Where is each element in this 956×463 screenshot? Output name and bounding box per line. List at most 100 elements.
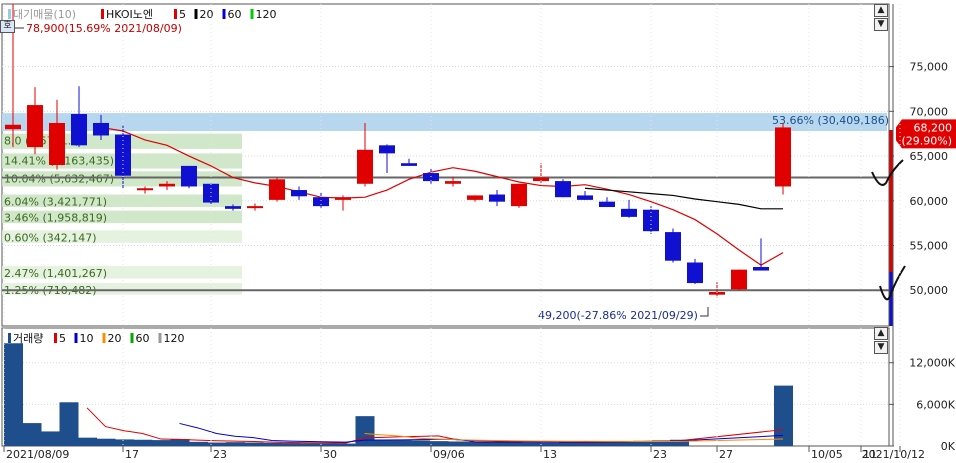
volume-bar (559, 442, 578, 446)
x-tick-label: 23 (213, 448, 227, 461)
volume-panel-frame (1, 327, 890, 447)
legend-swatch (101, 9, 104, 19)
volume-legend-label: 60 (136, 332, 150, 345)
volume-legend-label: 20 (108, 332, 122, 345)
stock-chart: 75,000 70,000 65,000 60,000 55,000 50,000 53.6… (1, 3, 956, 461)
candle-body (401, 163, 417, 166)
candle-body (247, 206, 263, 209)
x-tick-label: 10/05 (811, 448, 843, 461)
candle-body (511, 183, 527, 207)
volume-legend-label: 120 (164, 332, 185, 345)
volume-bar (4, 343, 23, 446)
max-annotation: 78,900(15.69% 2021/08/09) (26, 22, 182, 35)
candle-body (599, 201, 615, 208)
last-change-label: (29.90%) (901, 134, 952, 147)
last-price-label: 68,200 (914, 121, 953, 134)
x-tick-label: 30 (323, 448, 337, 461)
volume-bar (244, 442, 264, 446)
candle-body (93, 122, 109, 136)
price-tick-label: 75,000 (910, 61, 949, 74)
volume-bar (355, 416, 375, 446)
zoom-button[interactable]: 호 (0, 20, 15, 33)
candle-body (49, 122, 65, 165)
candle-body (27, 105, 43, 148)
volume-tick-label: 6,000K (916, 398, 955, 411)
candle-body (753, 266, 769, 271)
overhang-band-label: 3.46% (1,958,819) (4, 212, 107, 225)
legend-label: 대기매물(10) (13, 8, 76, 21)
volume-bar (115, 439, 134, 446)
legend-swatch (174, 9, 177, 19)
price-tick-label: 70,000 (910, 105, 949, 118)
volume-legend-label: 5 (59, 332, 66, 345)
candle-body (775, 127, 791, 187)
legend-swatch (250, 9, 254, 19)
volume-bar (448, 441, 467, 446)
volume-bar (78, 437, 97, 446)
x-tick-label: 13 (543, 448, 557, 461)
price-tick-label: 65,000 (910, 150, 949, 163)
volume-bar (41, 431, 60, 446)
price-tick-label: 55,000 (910, 240, 949, 253)
volume-bar (374, 439, 393, 446)
volume-bar (207, 442, 227, 446)
candle-body (225, 206, 241, 209)
scroll-down-button[interactable]: ▼ (874, 18, 888, 31)
volume-legend-swatch (158, 333, 162, 343)
x-tick-label: 17 (125, 448, 139, 461)
volume-legend-swatch (102, 333, 106, 343)
volume-legend-label: 거래량 (13, 332, 43, 345)
candle-body (203, 183, 219, 203)
candle-body (335, 197, 351, 200)
legend-label: 5 (179, 8, 186, 21)
volume-bar (133, 439, 153, 446)
x-tick-label: 27 (719, 448, 733, 461)
candle-body (159, 183, 175, 187)
volume-legend-swatch (8, 333, 11, 343)
volume-tick-label: 12,000K (909, 357, 955, 370)
candle-body (665, 232, 681, 261)
volume-legend-swatch (130, 333, 134, 343)
x-tick-label: 2021/10/12 (862, 448, 925, 461)
volume-bar (337, 443, 356, 446)
legend-swatch (222, 9, 226, 19)
candle-body (687, 262, 703, 284)
volume-bar (503, 442, 523, 446)
candle-body (445, 181, 461, 184)
candle-body (577, 195, 593, 200)
candle-body (379, 145, 395, 154)
volume-bar (411, 440, 430, 446)
volume-bar (392, 440, 412, 446)
candle-body (731, 269, 747, 290)
x-tick-label: 09/06 (433, 448, 465, 461)
volume-bar (189, 441, 208, 446)
volume-scroll-up-button[interactable]: ▲ (874, 327, 888, 340)
volume-bar (152, 440, 171, 446)
overhang-band-label: 10.04% (5,632,467) (4, 172, 114, 185)
volume-bar (263, 442, 282, 446)
volume-bar (522, 442, 541, 446)
volume-bar (300, 443, 319, 446)
legend-swatch (194, 9, 198, 19)
price-tick-label: 60,000 (910, 195, 949, 208)
overhang-band-label: 2.47% (1,401,267) (4, 267, 107, 280)
volume-scroll-down-button[interactable]: ▼ (874, 341, 888, 354)
legend-label: 20 (200, 8, 214, 21)
candle-body (181, 165, 197, 187)
candle-body (269, 179, 285, 200)
volume-bar (96, 438, 116, 446)
legend-label: HKOI노엔 (106, 8, 153, 21)
scroll-up-button[interactable]: ▲ (874, 4, 888, 17)
overhang-band-label: 0.60% (342,147) (4, 231, 97, 244)
volume-legend-swatch (54, 333, 57, 343)
volume-bar (429, 441, 449, 446)
x-tick-label: 2021/08/09 (6, 448, 69, 461)
price-tick-label: 50,000 (910, 284, 949, 297)
candle-body (467, 195, 483, 200)
overhang-band-label: 6.04% (3,421,771) (4, 196, 107, 209)
volume-bar (540, 442, 560, 446)
overhang-band (2, 113, 887, 132)
candle-body (489, 194, 505, 202)
volume-bar (485, 442, 504, 446)
x-tick-label: 23 (653, 448, 667, 461)
